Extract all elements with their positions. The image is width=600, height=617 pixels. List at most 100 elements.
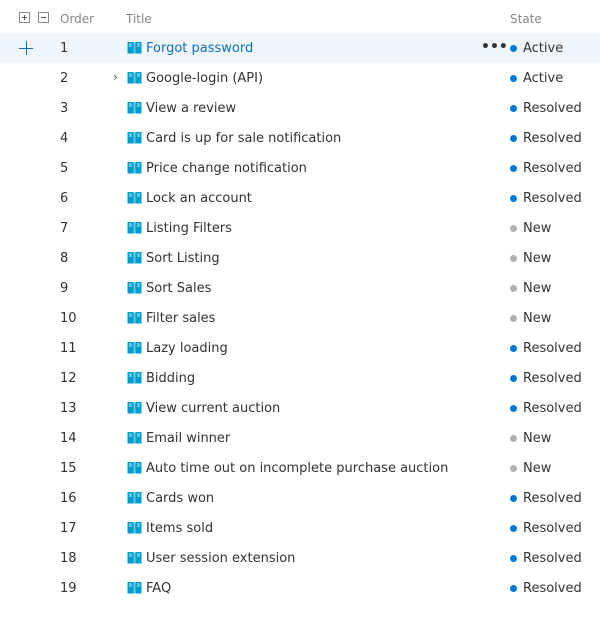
row-state: New: [523, 221, 552, 236]
row-state: Resolved: [523, 161, 582, 176]
row-state: Resolved: [523, 581, 582, 596]
row-title[interactable]: User session extension: [146, 551, 295, 566]
row-state: Active: [523, 71, 564, 86]
row-order: 1: [60, 41, 69, 56]
row-order: 19: [60, 581, 77, 596]
row-title[interactable]: Forgot password: [146, 41, 253, 56]
row-title[interactable]: Sort Sales: [146, 281, 211, 296]
row-title[interactable]: Price change notification: [146, 161, 307, 176]
row-state: New: [523, 281, 552, 296]
backlog-row[interactable]: 14 Email winner New: [0, 423, 600, 453]
row-order: 7: [60, 221, 69, 236]
backlog-row[interactable]: 8 Sort Listing New: [0, 243, 600, 273]
backlog-row[interactable]: 1 Forgot password ••• Active: [0, 33, 600, 63]
row-order: 3: [60, 101, 69, 116]
row-title[interactable]: Listing Filters: [146, 221, 232, 236]
row-state: New: [523, 311, 552, 326]
row-order: 17: [60, 521, 77, 536]
status-dot-icon: [510, 555, 517, 562]
status-dot-icon: [510, 585, 517, 592]
backlog-row[interactable]: 11 Lazy loading Resolved: [0, 333, 600, 363]
row-title[interactable]: View a review: [146, 101, 236, 116]
status-dot-icon: [510, 495, 517, 502]
backlog-header: Order Title State: [0, 0, 600, 34]
book-icon: [127, 41, 142, 54]
backlog-row[interactable]: 5 Price change notification Resolved: [0, 153, 600, 183]
status-dot-icon: [510, 315, 517, 322]
backlog-row[interactable]: 17 Items sold Resolved: [0, 513, 600, 543]
status-dot-icon: [510, 375, 517, 382]
book-icon: [127, 341, 142, 354]
row-state: Resolved: [523, 371, 582, 386]
book-icon: [127, 551, 142, 564]
backlog-row[interactable]: 12 Bidding Resolved: [0, 363, 600, 393]
status-dot-icon: [510, 75, 517, 82]
book-icon: [127, 281, 142, 294]
backlog-row[interactable]: 4 Card is up for sale notification Resolve…: [0, 123, 600, 153]
backlog-row[interactable]: 9 Sort Sales New: [0, 273, 600, 303]
backlog-row[interactable]: 18 User session extension Resolved: [0, 543, 600, 573]
row-order: 5: [60, 161, 69, 176]
book-icon: [127, 311, 142, 324]
row-title[interactable]: Email winner: [146, 431, 230, 446]
row-order: 13: [60, 401, 77, 416]
row-state: Resolved: [523, 341, 582, 356]
backlog-row[interactable]: 19 FAQ Resolved: [0, 573, 600, 603]
backlog-row[interactable]: 7 Listing Filters New: [0, 213, 600, 243]
row-title[interactable]: Filter sales: [146, 311, 215, 326]
book-icon: [127, 521, 142, 534]
book-icon: [127, 581, 142, 594]
backlog-row[interactable]: 6 Lock an account Resolved: [0, 183, 600, 213]
row-order: 9: [60, 281, 69, 296]
collapse-all-icon[interactable]: [38, 12, 49, 23]
backlog-row[interactable]: 10 Filter sales New: [0, 303, 600, 333]
row-order: 15: [60, 461, 77, 476]
column-header-state[interactable]: State: [510, 12, 542, 26]
book-icon: [127, 221, 142, 234]
row-title[interactable]: FAQ: [146, 581, 171, 596]
row-state: Resolved: [523, 551, 582, 566]
backlog-row[interactable]: 16 Cards won Resolved: [0, 483, 600, 513]
row-order: 11: [60, 341, 77, 356]
row-title[interactable]: Auto time out on incomplete purchase auc…: [146, 461, 448, 476]
status-dot-icon: [510, 465, 517, 472]
row-title[interactable]: Google-login (API): [146, 71, 263, 86]
row-order: 10: [60, 311, 77, 326]
backlog-row[interactable]: 2 › Google-login (API) Active: [0, 63, 600, 93]
status-dot-icon: [510, 255, 517, 262]
more-options-icon[interactable]: •••: [481, 39, 508, 55]
status-dot-icon: [510, 405, 517, 412]
status-dot-icon: [510, 435, 517, 442]
row-title[interactable]: Cards won: [146, 491, 214, 506]
row-order: 18: [60, 551, 77, 566]
backlog-row[interactable]: 13 View current auction Resolved: [0, 393, 600, 423]
backlog-row[interactable]: 3 View a review Resolved: [0, 93, 600, 123]
book-icon: [127, 431, 142, 444]
column-header-order[interactable]: Order: [60, 12, 94, 26]
book-icon: [127, 101, 142, 114]
row-order: 2: [60, 71, 69, 86]
row-state: Resolved: [523, 131, 582, 146]
book-icon: [127, 371, 142, 384]
column-header-title[interactable]: Title: [126, 12, 152, 26]
row-title[interactable]: Lazy loading: [146, 341, 228, 356]
row-state: Resolved: [523, 491, 582, 506]
row-state: Resolved: [523, 101, 582, 116]
add-child-icon[interactable]: [19, 41, 33, 55]
status-dot-icon: [510, 195, 517, 202]
row-title[interactable]: Card is up for sale notification: [146, 131, 341, 146]
book-icon: [127, 401, 142, 414]
row-state: New: [523, 431, 552, 446]
row-title[interactable]: Items sold: [146, 521, 213, 536]
backlog-list: 1 Forgot password ••• Active 2 › Google-login …: [0, 33, 600, 603]
expand-all-icon[interactable]: [19, 12, 30, 23]
row-title[interactable]: Lock an account: [146, 191, 252, 206]
row-order: 16: [60, 491, 77, 506]
status-dot-icon: [510, 105, 517, 112]
row-title[interactable]: View current auction: [146, 401, 280, 416]
book-icon: [127, 461, 142, 474]
row-title[interactable]: Sort Listing: [146, 251, 220, 266]
row-title[interactable]: Bidding: [146, 371, 195, 386]
backlog-row[interactable]: 15 Auto time out on incomplete purchase a…: [0, 453, 600, 483]
chevron-right-icon[interactable]: ›: [113, 70, 118, 84]
